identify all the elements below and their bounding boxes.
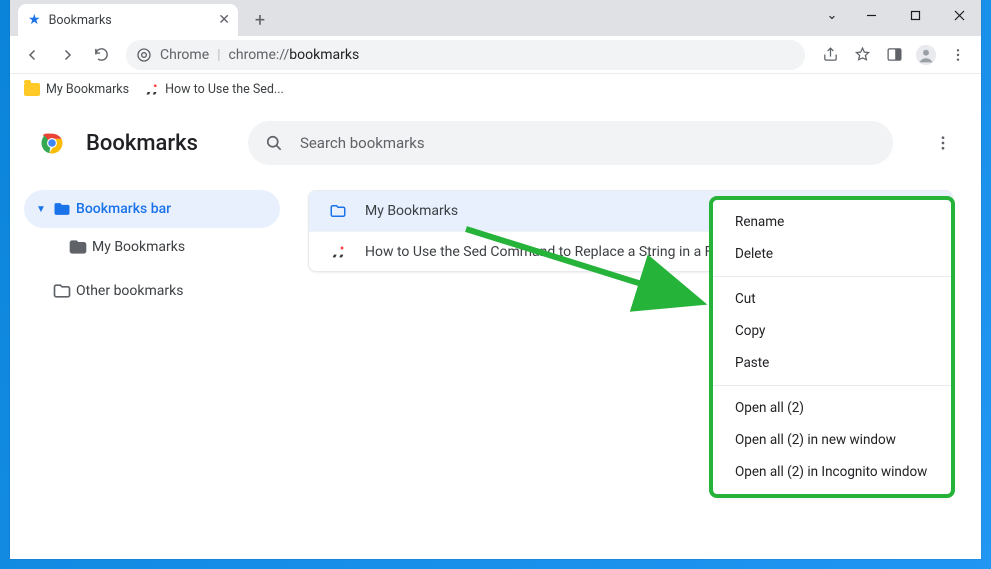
- folder-icon: [68, 237, 92, 257]
- tab-search-chevron-icon[interactable]: ⌄: [815, 0, 849, 30]
- bookmarks-bar: My Bookmarks How to Use the Sed...: [10, 74, 981, 104]
- bookmarks-bar-item-label: How to Use the Sed...: [165, 82, 284, 97]
- side-panel-icon[interactable]: [879, 40, 909, 70]
- tab-strip: ★ Bookmarks ✕ + ⌄: [10, 0, 981, 36]
- omnibox-separator: |: [217, 47, 220, 63]
- context-menu: Rename Delete Cut Copy Paste Open all (2…: [713, 200, 951, 494]
- tree-item-label: Other bookmarks: [76, 283, 183, 299]
- chrome-menu-icon[interactable]: [943, 40, 973, 70]
- menu-item-open-all-incognito[interactable]: Open all (2) in Incognito window: [713, 456, 951, 488]
- folder-icon: [52, 281, 76, 301]
- menu-separator: [713, 385, 951, 386]
- browser-tab[interactable]: ★ Bookmarks ✕: [18, 4, 238, 36]
- tree-item-other-bookmarks[interactable]: Other bookmarks: [24, 272, 280, 310]
- chrome-logo-icon: [38, 129, 66, 157]
- maximize-button[interactable]: [893, 0, 937, 30]
- bookmark-row-label: How to Use the Sed Command to Replace a …: [365, 244, 727, 260]
- back-button[interactable]: [18, 40, 48, 70]
- browser-window: ★ Bookmarks ✕ + ⌄: [10, 0, 981, 559]
- omnibox-label: Chrome: [160, 47, 209, 63]
- search-icon: [264, 133, 284, 153]
- folder-tree: ▼ Bookmarks bar My Bookmarks: [10, 184, 298, 559]
- app-header: Bookmarks Search bookmarks: [10, 112, 981, 174]
- bookmark-star-button[interactable]: [847, 40, 877, 70]
- bookmarks-bar-item-label: My Bookmarks: [46, 82, 129, 97]
- tree-item-bookmarks-bar[interactable]: ▼ Bookmarks bar: [24, 190, 280, 228]
- bookmark-star-icon: ★: [28, 12, 41, 28]
- menu-item-delete[interactable]: Delete: [713, 238, 951, 270]
- page-favicon-icon: [329, 244, 347, 260]
- chrome-url-icon: [136, 47, 152, 63]
- menu-item-open-all[interactable]: Open all (2): [713, 392, 951, 424]
- close-window-button[interactable]: [937, 0, 981, 30]
- window-controls: ⌄: [815, 0, 981, 30]
- page-title: Bookmarks: [86, 131, 198, 156]
- profile-avatar-icon[interactable]: [911, 40, 941, 70]
- folder-icon: [52, 199, 76, 219]
- page-favicon-icon: [143, 81, 159, 97]
- reload-button[interactable]: [86, 40, 116, 70]
- tab-title: Bookmarks: [49, 13, 112, 28]
- tree-item-label: Bookmarks bar: [76, 201, 171, 217]
- folder-icon: [24, 81, 40, 97]
- bookmarks-bar-item[interactable]: My Bookmarks: [24, 81, 129, 97]
- tree-item-label: My Bookmarks: [92, 239, 185, 255]
- search-placeholder: Search bookmarks: [300, 134, 425, 152]
- bookmarks-bar-item[interactable]: How to Use the Sed...: [143, 81, 284, 97]
- omnibox-url: chrome://bookmarks: [229, 47, 360, 63]
- menu-item-copy[interactable]: Copy: [713, 315, 951, 347]
- bookmark-row-label: My Bookmarks: [365, 203, 458, 219]
- menu-separator: [713, 276, 951, 277]
- collapse-arrow-icon[interactable]: ▼: [30, 204, 52, 215]
- address-bar[interactable]: Chrome | chrome://bookmarks: [126, 40, 805, 70]
- forward-button[interactable]: [52, 40, 82, 70]
- menu-item-paste[interactable]: Paste: [713, 347, 951, 379]
- organize-menu-button[interactable]: [925, 125, 961, 161]
- share-icon[interactable]: [815, 40, 845, 70]
- search-input[interactable]: Search bookmarks: [248, 121, 893, 165]
- new-tab-button[interactable]: +: [246, 6, 274, 34]
- close-tab-icon[interactable]: ✕: [218, 12, 230, 28]
- menu-item-cut[interactable]: Cut: [713, 283, 951, 315]
- menu-item-open-all-new-window[interactable]: Open all (2) in new window: [713, 424, 951, 456]
- minimize-button[interactable]: [849, 0, 893, 30]
- browser-toolbar: Chrome | chrome://bookmarks: [10, 36, 981, 74]
- tree-item-my-bookmarks[interactable]: My Bookmarks: [24, 228, 280, 266]
- menu-item-rename[interactable]: Rename: [713, 206, 951, 238]
- folder-icon: [329, 201, 347, 221]
